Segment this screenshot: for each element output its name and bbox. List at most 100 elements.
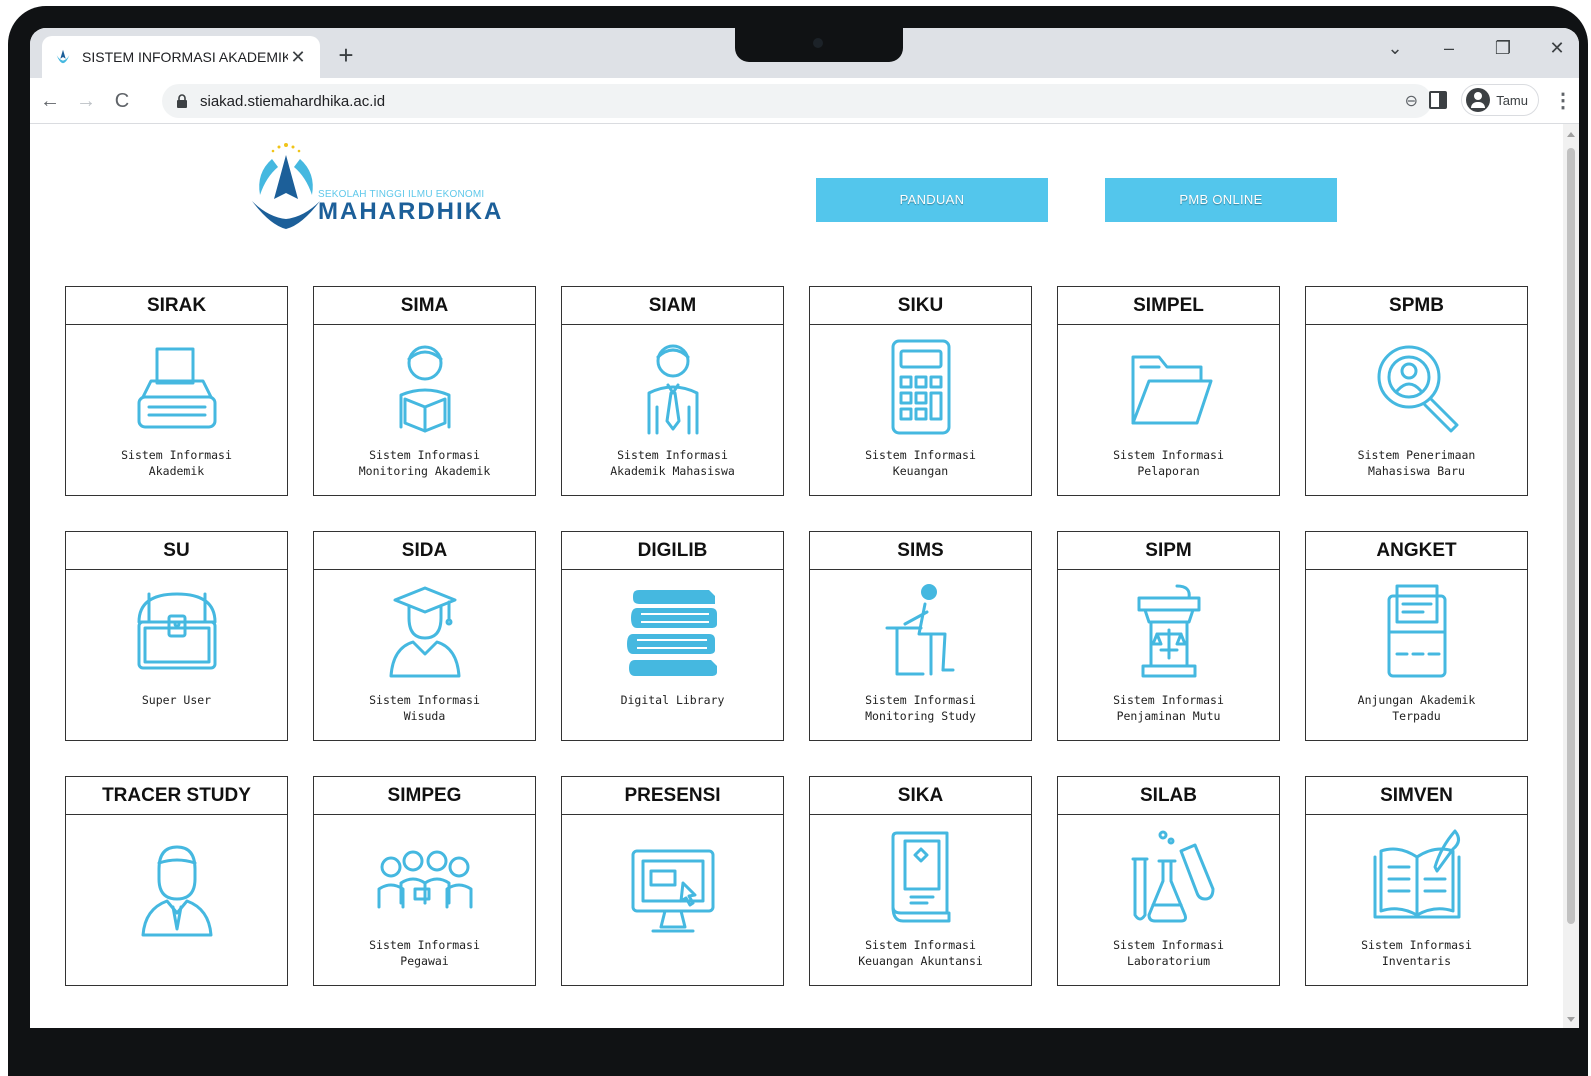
book-icon bbox=[871, 827, 971, 927]
restore-icon[interactable]: ❐ bbox=[1491, 38, 1515, 59]
module-card-su[interactable]: SU Super User bbox=[65, 531, 288, 741]
module-card-sims[interactable]: SIMS Sistem Informasi Monitoring Study bbox=[809, 531, 1032, 741]
tab-close-icon[interactable]: ✕ bbox=[288, 47, 308, 68]
module-description: Sistem Informasi Akademik bbox=[121, 448, 232, 478]
module-card-sipm[interactable]: SIPM Sistem Informasi Penjaminan Mutu bbox=[1057, 531, 1280, 741]
zoom-icon[interactable]: ⊖ bbox=[1405, 91, 1418, 111]
profile-button[interactable]: Tamu bbox=[1461, 84, 1539, 116]
scroll-down-arrow-icon[interactable] bbox=[1567, 1017, 1575, 1022]
site-favicon-icon bbox=[56, 49, 70, 64]
module-description: Sistem Informasi Penjaminan Mutu bbox=[1113, 693, 1224, 723]
kebab-menu-icon[interactable]: ⋮ bbox=[1553, 88, 1573, 113]
browser-window: SISTEM INFORMASI AKADEMIK ✕ + ⌄ – ❐ ✕ ← … bbox=[30, 28, 1579, 1028]
search-user-icon bbox=[1367, 337, 1467, 437]
back-button[interactable]: ← bbox=[34, 85, 66, 117]
side-panel-icon[interactable] bbox=[1429, 91, 1448, 109]
module-description: Sistem Informasi Inventaris bbox=[1361, 938, 1472, 968]
module-card-sima[interactable]: SIMA Sistem Informasi Monitoring Akademi… bbox=[313, 286, 536, 496]
mahardhika-logo-icon bbox=[252, 143, 320, 229]
module-description: Super User bbox=[141, 693, 212, 707]
module-card-digilib[interactable]: DIGILIB Digital Library bbox=[561, 531, 784, 741]
logo-text: SEKOLAH TINGGI ILMU EKONOMI MAHARDHIKA bbox=[318, 189, 503, 224]
module-title: SPMB bbox=[1306, 287, 1527, 325]
laptop-frame: SISTEM INFORMASI AKADEMIK ✕ + ⌄ – ❐ ✕ ← … bbox=[8, 6, 1588, 1076]
module-card-simpel[interactable]: SIMPEL Sistem Informasi Pelaporan bbox=[1057, 286, 1280, 496]
team-icon bbox=[375, 827, 475, 927]
address-bar[interactable]: siakad.stiemahardhika.ac.id ⊖ bbox=[162, 84, 1432, 118]
forward-button[interactable]: → bbox=[70, 85, 102, 117]
module-description: Sistem Informasi Pelaporan bbox=[1113, 448, 1224, 478]
module-title: SIMPEL bbox=[1058, 287, 1279, 325]
panduan-button[interactable]: PANDUAN bbox=[816, 178, 1048, 222]
pmb-online-button[interactable]: PMB ONLINE bbox=[1105, 178, 1337, 222]
module-card-sida[interactable]: SIDA Sistem Informasi Wisuda bbox=[313, 531, 536, 741]
module-title: SIPM bbox=[1058, 532, 1279, 570]
module-description: Sistem Informasi Monitoring Study bbox=[865, 693, 976, 723]
kiosk-icon bbox=[1367, 582, 1467, 682]
module-title: SIRAK bbox=[66, 287, 287, 325]
module-title: SIMVEN bbox=[1306, 777, 1527, 815]
module-description: Sistem Informasi Keuangan bbox=[865, 448, 976, 478]
module-card-sirak[interactable]: SIRAK Sistem Informasi Akademik bbox=[65, 286, 288, 496]
toolbar-right: Tamu ⋮ bbox=[1429, 84, 1573, 116]
module-description: Sistem Informasi Pegawai bbox=[369, 938, 480, 968]
site-logo[interactable]: SEKOLAH TINGGI ILMU EKONOMI MAHARDHIKA bbox=[246, 136, 516, 236]
scrollbar[interactable] bbox=[1563, 124, 1579, 1028]
reading-person-icon bbox=[375, 337, 475, 437]
person-icon bbox=[127, 839, 227, 939]
folder-icon bbox=[1119, 337, 1219, 437]
module-card-spmb[interactable]: SPMB Sistem Penerimaan Mahasiswa Baru bbox=[1305, 286, 1528, 496]
tab-search-icon[interactable]: ⌄ bbox=[1383, 38, 1407, 59]
scroll-thumb[interactable] bbox=[1567, 148, 1575, 924]
lock-icon bbox=[177, 94, 187, 108]
student-icon bbox=[623, 337, 723, 437]
module-title: SIDA bbox=[314, 532, 535, 570]
logo-title: MAHARDHIKA bbox=[318, 197, 504, 225]
page-viewport: SEKOLAH TINGGI ILMU EKONOMI MAHARDHIKA P… bbox=[30, 124, 1579, 1028]
module-card-siam[interactable]: SIAM Sistem Informasi Akademik Mahasiswa bbox=[561, 286, 784, 496]
module-card-angket[interactable]: ANGKET Anjungan Akademik Terpadu bbox=[1305, 531, 1528, 741]
module-grid: SIRAK Sistem Informasi Akademik SIMA Sis… bbox=[65, 286, 1528, 986]
module-description: Anjungan Akademik Terpadu bbox=[1357, 693, 1476, 723]
module-title: SIAM bbox=[562, 287, 783, 325]
module-description: Sistem Penerimaan Mahasiswa Baru bbox=[1357, 448, 1476, 478]
typewriter-icon bbox=[127, 337, 227, 437]
calculator-icon bbox=[871, 337, 971, 437]
module-title: PRESENSI bbox=[562, 777, 783, 815]
minimize-icon[interactable]: – bbox=[1437, 38, 1461, 59]
browser-toolbar: ← → C siakad.stiemahardhika.ac.id ⊖ Tamu… bbox=[30, 78, 1579, 124]
student-desk-icon bbox=[871, 582, 971, 682]
module-title: SU bbox=[66, 532, 287, 570]
module-title: SIKU bbox=[810, 287, 1031, 325]
module-title: SIMPEG bbox=[314, 777, 535, 815]
tab-title: SISTEM INFORMASI AKADEMIK bbox=[82, 49, 288, 65]
module-title: DIGILIB bbox=[562, 532, 783, 570]
window-controls: ⌄ – ❐ ✕ bbox=[1383, 38, 1569, 59]
module-card-simven[interactable]: SIMVEN Sistem Informasi Inventaris bbox=[1305, 776, 1528, 986]
module-title: SILAB bbox=[1058, 777, 1279, 815]
scroll-up-arrow-icon[interactable] bbox=[1567, 132, 1575, 137]
avatar bbox=[1466, 88, 1491, 112]
treasure-chest-icon bbox=[127, 582, 227, 682]
module-description: Sistem Informasi Wisuda bbox=[369, 693, 480, 723]
module-card-silab[interactable]: SILAB Sistem Informasi Laboratorium bbox=[1057, 776, 1280, 986]
lab-icon bbox=[1119, 827, 1219, 927]
url-text[interactable]: siakad.stiemahardhika.ac.id bbox=[200, 93, 1405, 110]
module-title: TRACER STUDY bbox=[66, 777, 287, 815]
module-card-tracer-study[interactable]: TRACER STUDY bbox=[65, 776, 288, 986]
camera-notch bbox=[735, 28, 903, 62]
monitor-click-icon bbox=[623, 841, 723, 941]
browser-tab[interactable]: SISTEM INFORMASI AKADEMIK ✕ bbox=[42, 36, 320, 78]
new-tab-button[interactable]: + bbox=[330, 40, 362, 72]
module-card-presensi[interactable]: PRESENSI bbox=[561, 776, 784, 986]
books-icon bbox=[623, 582, 723, 682]
module-description: Sistem Informasi Laboratorium bbox=[1113, 938, 1224, 968]
module-description: Sistem Informasi Akademik Mahasiswa bbox=[610, 448, 735, 478]
module-title: SIMA bbox=[314, 287, 535, 325]
module-description: Digital Library bbox=[620, 693, 725, 707]
reload-button[interactable]: C bbox=[106, 85, 138, 117]
module-card-siku[interactable]: SIKU Sistem Informasi Keuangan bbox=[809, 286, 1032, 496]
module-card-simpeg[interactable]: SIMPEG Sistem Informasi Pegawai bbox=[313, 776, 536, 986]
module-card-sika[interactable]: SIKA Sistem Informasi Keuangan Akuntansi bbox=[809, 776, 1032, 986]
close-window-icon[interactable]: ✕ bbox=[1545, 38, 1569, 59]
